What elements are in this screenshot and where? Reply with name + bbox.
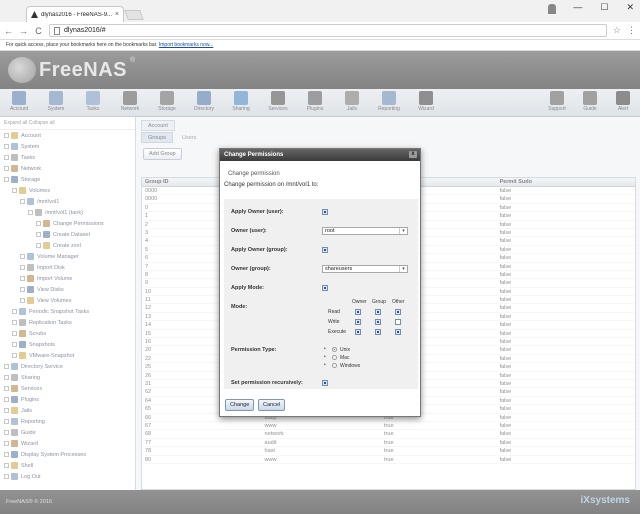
mode-row-read: Read <box>328 309 340 315</box>
address-input[interactable]: dlynas2016/# <box>49 24 607 37</box>
dialog-description: Change permission on /mnt/vol1 to: <box>224 182 319 188</box>
execute-group-checkbox[interactable] <box>375 329 381 335</box>
address-bar-row: ← → C dlynas2016/# ☆ ⋮ <box>0 22 640 40</box>
execute-owner-checkbox[interactable] <box>355 329 361 335</box>
minimize-button[interactable]: — <box>573 2 582 13</box>
owner-group-value: shareusers <box>325 266 353 272</box>
apply-owner-group-label: Apply Owner (group): <box>231 247 288 253</box>
change-button[interactable]: Change <box>225 399 255 411</box>
apply-owner-user-checkbox[interactable] <box>322 209 328 215</box>
read-owner-checkbox[interactable] <box>355 309 361 315</box>
chevron-down-icon: ▾ <box>399 228 407 234</box>
recursive-label: Set permission recursively: <box>231 380 303 386</box>
recursive-checkbox[interactable] <box>322 380 328 386</box>
apply-owner-group-checkbox[interactable] <box>322 247 328 253</box>
back-button[interactable]: ← <box>4 26 13 36</box>
bookmark-star-icon[interactable]: ☆ <box>613 25 621 36</box>
forward-button[interactable]: → <box>19 26 28 36</box>
write-group-checkbox[interactable] <box>375 319 381 325</box>
write-other-checkbox[interactable] <box>395 319 401 325</box>
browser-menu-icon[interactable]: ⋮ <box>627 25 636 36</box>
mode-label: Mode: <box>231 304 248 310</box>
change-permissions-dialog: Change Permissions x Change permission C… <box>219 148 421 417</box>
mode-col-owner: Owner <box>352 299 367 305</box>
chevron-down-icon: ▾ <box>399 266 407 272</box>
mac-label: Mac <box>340 355 350 361</box>
windows-radio[interactable] <box>332 363 337 368</box>
unix-label: Unix <box>340 347 351 353</box>
windows-label: Windows <box>340 363 361 369</box>
execute-other-checkbox[interactable] <box>395 329 401 335</box>
mode-row-write: Write <box>328 319 340 325</box>
owner-user-select[interactable]: root ▾ <box>322 227 408 235</box>
profile-icon[interactable] <box>548 4 556 14</box>
page-icon <box>54 26 60 35</box>
permissions-form: Apply Owner (user): Owner (user): root ▾… <box>224 199 418 389</box>
dialog-title: Change Permissions <box>224 152 284 158</box>
read-group-checkbox[interactable] <box>375 309 381 315</box>
tab-title: dlynas2016 - FreeNAS-9... <box>41 11 112 18</box>
apply-mode-label: Apply Mode: <box>231 285 264 291</box>
read-other-checkbox[interactable] <box>395 309 401 315</box>
apply-mode-checkbox[interactable] <box>322 285 328 291</box>
bookmarks-hint: For quick access, place your bookmarks h… <box>6 42 158 48</box>
freenas-favicon-icon <box>31 11 38 18</box>
owner-user-label: Owner (user): <box>231 228 267 234</box>
import-bookmarks-link[interactable]: Import bookmarks now... <box>159 42 213 48</box>
browser-titlebar: dlynas2016 - FreeNAS-9... × — ☐ ✕ <box>0 0 640 22</box>
mode-col-group: Group <box>372 299 386 305</box>
bookmarks-bar: For quick access, place your bookmarks h… <box>0 40 640 51</box>
browser-tab[interactable]: dlynas2016 - FreeNAS-9... × <box>26 6 124 22</box>
mode-col-other: Other <box>392 299 405 305</box>
owner-group-label: Owner (group): <box>231 266 271 272</box>
owner-group-select[interactable]: shareusers ▾ <box>322 265 408 273</box>
tab-close-icon[interactable]: × <box>115 11 119 18</box>
bullet: • <box>324 362 326 368</box>
bullet: • <box>324 354 326 360</box>
mac-radio[interactable] <box>332 355 337 360</box>
write-owner-checkbox[interactable] <box>355 319 361 325</box>
apply-owner-user-label: Apply Owner (user): <box>231 209 284 215</box>
dialog-close-icon[interactable]: x <box>409 151 417 158</box>
cancel-button[interactable]: Cancel <box>258 399 286 411</box>
close-window-button[interactable]: ✕ <box>626 2 634 13</box>
maximize-button[interactable]: ☐ <box>600 2 608 13</box>
new-tab-button[interactable] <box>124 10 144 20</box>
permission-type-label: Permission Type: <box>231 347 277 353</box>
dialog-subtitle: Change permission <box>228 171 280 177</box>
reload-button[interactable]: C <box>34 26 43 36</box>
mode-row-execute: Execute <box>328 329 347 335</box>
address-text: dlynas2016/# <box>64 27 106 34</box>
bullet: • <box>324 346 326 352</box>
dialog-titlebar: Change Permissions x <box>220 149 420 161</box>
unix-radio[interactable] <box>332 347 337 352</box>
owner-user-value: root <box>325 228 335 234</box>
